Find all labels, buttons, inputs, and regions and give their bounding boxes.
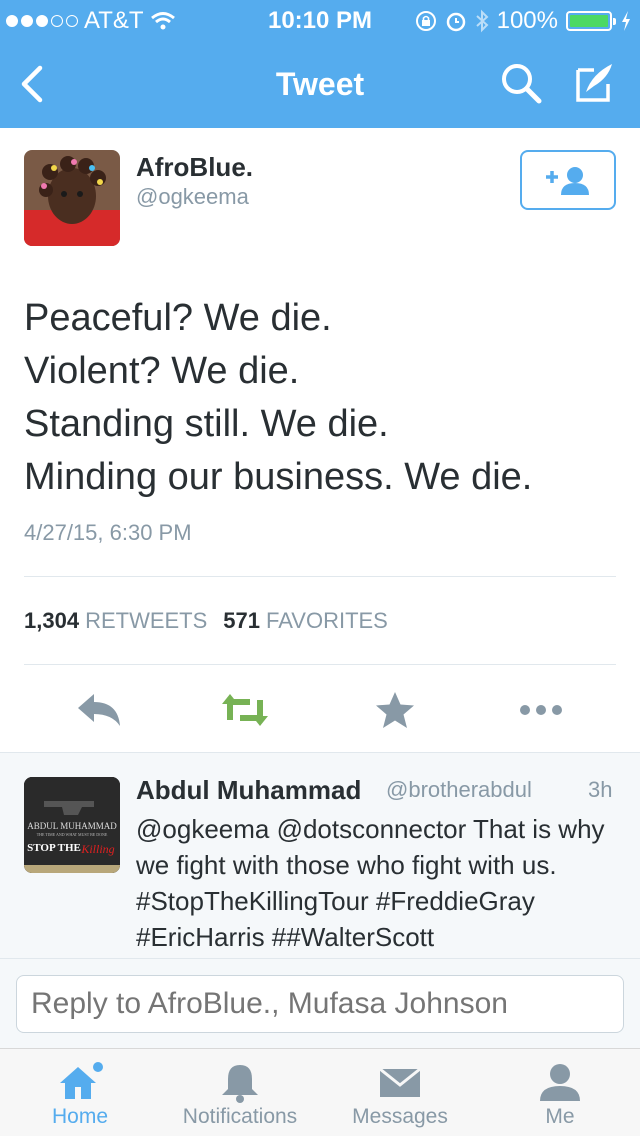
status-right: 100% (415, 7, 632, 35)
tweet-stats: 1,304 RETWEETS 571 FAVORITES (24, 608, 388, 634)
page-title: Tweet (275, 66, 365, 102)
charging-icon (622, 11, 630, 31)
retweets-count: 1,304 (24, 608, 80, 633)
tweet-text: Peaceful? We die. Violent? We die. Stand… (24, 292, 624, 504)
status-bar: AT&T 10:10 PM 100% (0, 0, 640, 40)
author-name[interactable]: AfroBlue. (136, 152, 253, 183)
envelope-icon (379, 1067, 421, 1097)
battery-icon (566, 11, 616, 31)
reply-author-handle[interactable]: @brotherabdul (386, 777, 532, 803)
tab-home-label: Home (51, 1105, 109, 1128)
add-user-icon (546, 167, 589, 195)
reply-input[interactable] (16, 975, 624, 1033)
tab-notifications-label: Notifications (182, 1105, 298, 1128)
author-avatar[interactable] (24, 150, 120, 246)
reply-icon[interactable] (74, 690, 124, 730)
tweet-line: Minding our business. We die. (24, 456, 533, 498)
reply-time: 3h (588, 777, 613, 802)
tab-bar: Home Notifications Messages Me (0, 1048, 640, 1136)
tweet-actions (0, 680, 640, 740)
search-icon[interactable] (498, 60, 544, 106)
alarm-icon (446, 12, 465, 32)
divider (24, 664, 616, 665)
tweet-line: Violent? We die. (24, 350, 300, 392)
retweet-icon[interactable] (220, 690, 270, 730)
tab-home[interactable]: Home (0, 1049, 160, 1136)
bluetooth-icon (475, 9, 489, 33)
bell-icon (222, 1065, 258, 1103)
tweet-line: Standing still. We die. (24, 403, 389, 445)
author-handle[interactable]: @ogkeema (136, 184, 249, 210)
tab-me-label: Me (545, 1105, 575, 1128)
retweets-label: RETWEETS (85, 608, 208, 633)
reply-author-avatar[interactable]: ABDUL MUHAMMAD THE TIME AND WHAT MUST BE… (24, 777, 120, 873)
reply-bar (0, 958, 640, 1048)
tweet-timestamp: 4/27/15, 6:30 PM (24, 520, 192, 545)
divider (24, 576, 616, 577)
retweets-stat[interactable]: 1,304 RETWEETS (24, 608, 207, 634)
follow-button[interactable] (520, 150, 616, 210)
more-icon[interactable] (516, 690, 566, 730)
favorites-label: FAVORITES (266, 608, 388, 633)
star-icon[interactable] (370, 690, 420, 730)
home-icon (60, 1062, 103, 1099)
person-icon (540, 1064, 580, 1101)
compose-icon[interactable] (572, 60, 618, 106)
favorites-stat[interactable]: 571 FAVORITES (223, 608, 388, 634)
reply-avatar-text: ABDUL MUHAMMAD (27, 821, 117, 831)
favorites-count: 571 (223, 608, 261, 633)
tab-messages-label: Messages (352, 1105, 448, 1128)
tab-messages[interactable]: Messages (320, 1049, 480, 1136)
rotation-lock-icon (415, 11, 436, 31)
reply-author-name[interactable]: Abdul Muhammad (136, 775, 361, 806)
battery-percent: 100% (496, 7, 558, 34)
nav-bar: Tweet (0, 40, 640, 128)
reply-tweet[interactable]: ABDUL MUHAMMAD THE TIME AND WHAT MUST BE… (0, 752, 640, 958)
reply-avatar-text: Killing (80, 842, 114, 856)
tweet-line: Peaceful? We die. (24, 297, 332, 339)
top-bar: AT&T 10:10 PM 100% Tweet (0, 0, 640, 128)
reply-avatar-text: STOP THE (27, 842, 81, 854)
reply-text: @ogkeema @dotsconnector That is why we f… (136, 814, 605, 952)
tab-notifications[interactable]: Notifications (160, 1049, 320, 1136)
tab-me[interactable]: Me (480, 1049, 640, 1136)
reply-avatar-text: THE TIME AND WHAT MUST BE DONE (37, 832, 108, 837)
